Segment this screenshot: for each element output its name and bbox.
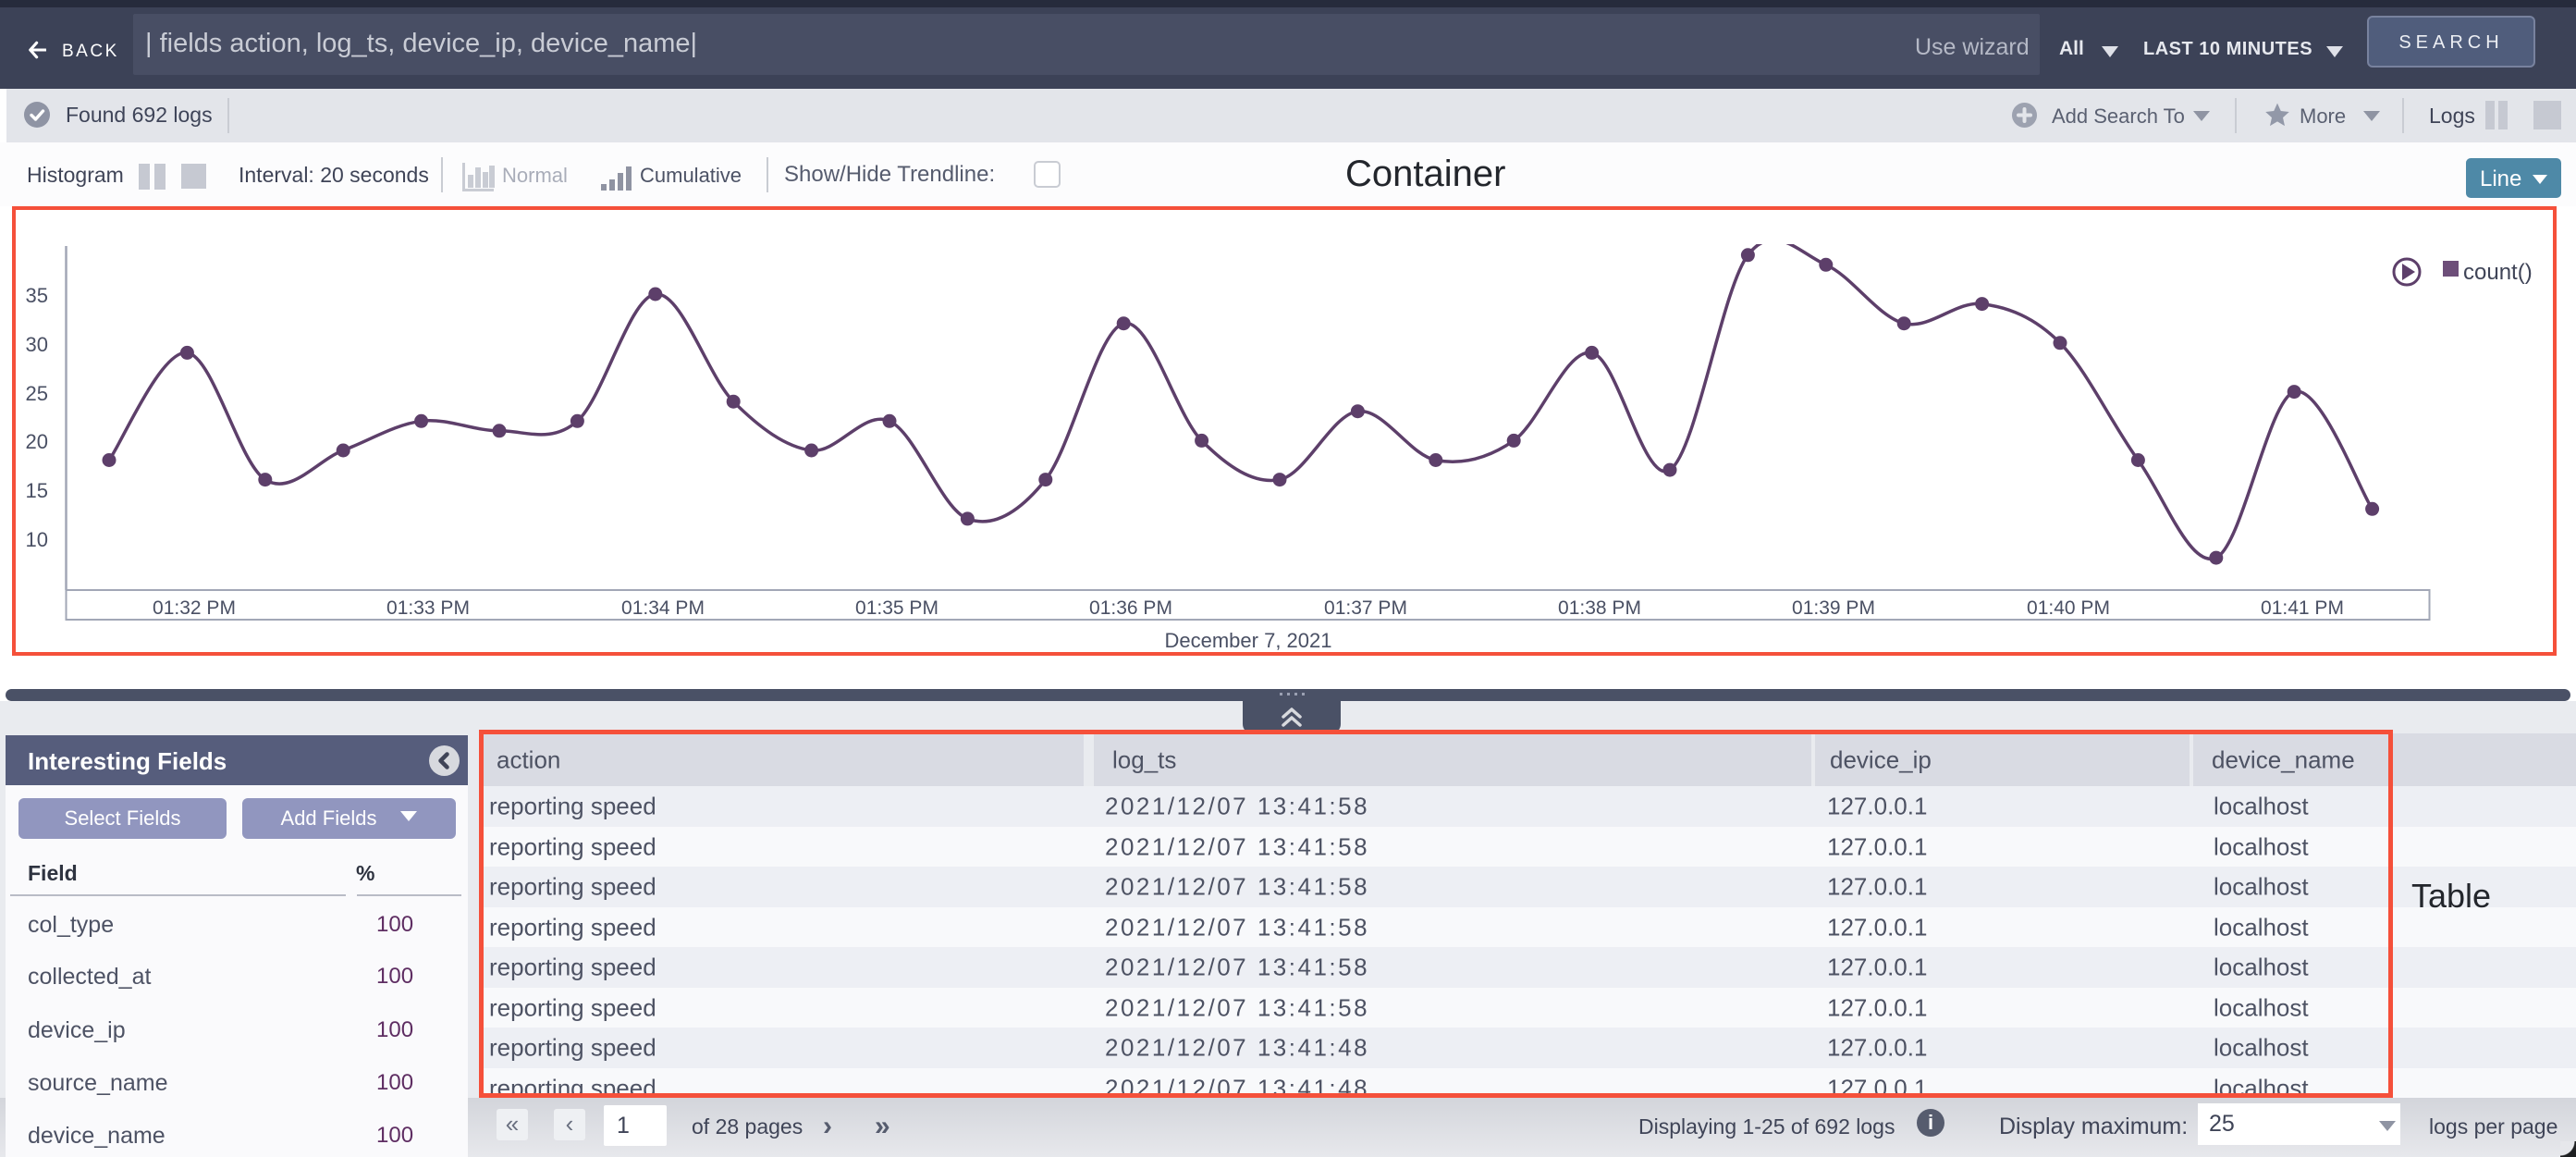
svg-text:10: 10 — [26, 528, 48, 551]
svg-text:20: 20 — [26, 430, 48, 453]
svg-text:01:39 PM: 01:39 PM — [1792, 597, 1875, 619]
svg-text:count(): count() — [2463, 260, 2533, 285]
svg-text:01:41 PM: 01:41 PM — [2261, 597, 2344, 619]
svg-text:15: 15 — [26, 479, 48, 502]
svg-text:25: 25 — [26, 382, 48, 405]
svg-text:30: 30 — [26, 333, 48, 356]
svg-text:01:40 PM: 01:40 PM — [2027, 597, 2110, 619]
svg-text:01:38 PM: 01:38 PM — [1558, 597, 1641, 619]
svg-text:01:33 PM: 01:33 PM — [386, 597, 470, 619]
svg-text:01:34 PM: 01:34 PM — [621, 597, 705, 619]
svg-text:01:32 PM: 01:32 PM — [153, 597, 236, 619]
svg-text:01:37 PM: 01:37 PM — [1324, 597, 1407, 619]
svg-text:December 7, 2021: December 7, 2021 — [1165, 629, 1332, 652]
svg-text:01:35 PM: 01:35 PM — [855, 597, 938, 619]
svg-text:01:36 PM: 01:36 PM — [1089, 597, 1172, 619]
svg-text:35: 35 — [26, 284, 48, 307]
